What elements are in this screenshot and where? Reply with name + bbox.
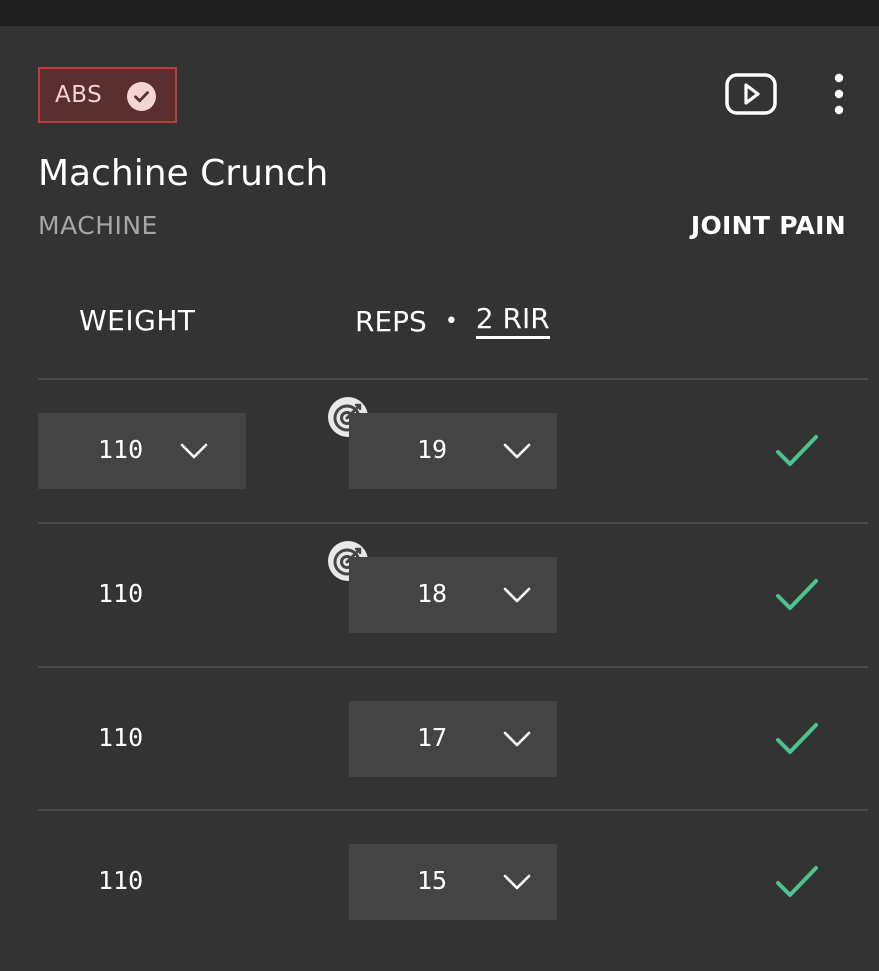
chevron-down-icon [180,443,208,459]
weight-field[interactable]: 110 [38,701,246,777]
set-complete-check-icon[interactable] [774,719,820,759]
reps-dropdown[interactable]: 18 [349,557,557,633]
weight-field[interactable]: 110 [38,844,246,920]
weight-value: 110 [98,723,144,752]
set-complete-check-icon[interactable] [774,431,820,471]
weight-value: 110 [98,579,144,608]
joint-pain-button[interactable]: JOINT PAIN [691,211,846,240]
separator-dot: • [444,309,458,334]
status-bar [0,0,879,26]
weight-field[interactable]: 110 [38,557,246,633]
reps-dropdown[interactable]: 19 [349,413,557,489]
check-circle-icon [127,82,156,111]
chevron-down-icon [503,731,531,747]
set-row: 110 19 [0,379,879,523]
set-complete-check-icon[interactable] [774,862,820,902]
reps-dropdown[interactable]: 15 [349,844,557,920]
reps-column-header: REPS • 2 RIR [355,304,550,339]
weight-value: 110 [98,435,144,464]
set-row: 110 15 [0,810,879,954]
chevron-down-icon [503,587,531,603]
play-video-icon[interactable] [723,70,779,118]
reps-value: 19 [417,435,448,464]
reps-dropdown[interactable]: 17 [349,701,557,777]
chevron-down-icon [503,443,531,459]
reps-value: 15 [417,866,448,895]
chevron-down-icon [503,874,531,890]
rir-link[interactable]: 2 RIR [475,304,550,339]
more-vertical-icon[interactable] [822,70,856,118]
equipment-label: MACHINE [38,211,158,240]
set-row: 110 17 [0,667,879,811]
reps-value: 17 [417,723,448,752]
exercise-title: Machine Crunch [38,153,329,194]
reps-label: REPS [355,305,427,338]
set-row: 110 18 [0,523,879,667]
muscle-group-label: ABS [55,82,103,108]
reps-value: 18 [417,579,448,608]
set-complete-check-icon[interactable] [774,575,820,615]
muscle-group-tag[interactable]: ABS [38,67,177,123]
weight-value: 110 [98,866,144,895]
weight-dropdown[interactable]: 110 [38,413,246,489]
weight-column-header: WEIGHT [79,304,196,337]
